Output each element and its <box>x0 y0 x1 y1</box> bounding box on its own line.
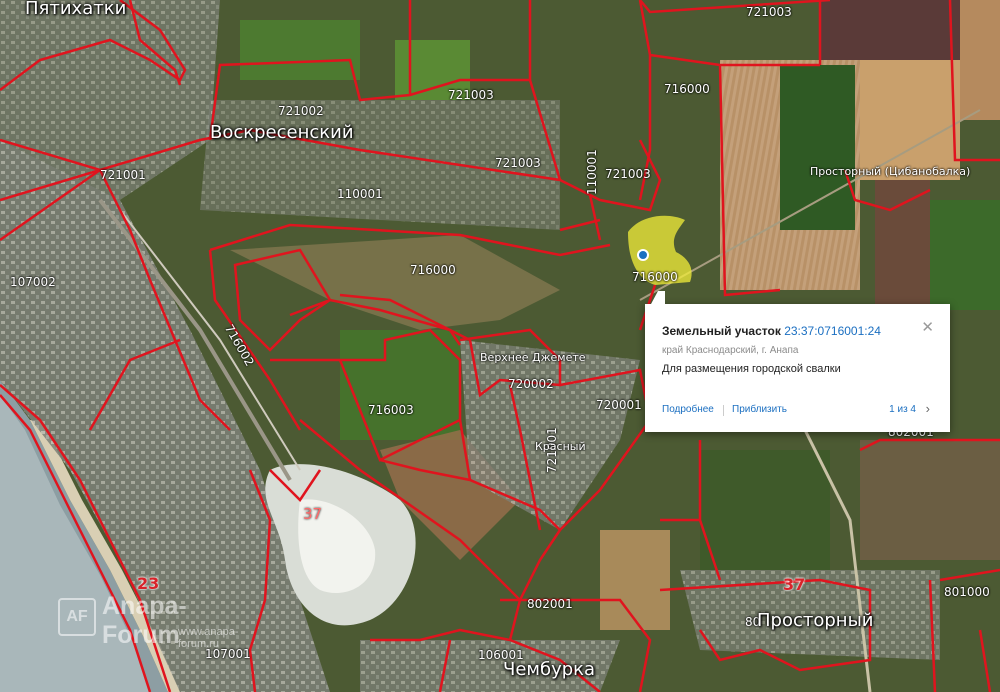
town-label: Пятихатки <box>25 0 127 19</box>
parcel-label: 721003 <box>495 156 541 170</box>
popup-title-prefix: Земельный участок <box>662 324 781 338</box>
parcel-label: 721003 <box>746 5 792 19</box>
cadastral-number-link[interactable]: 23:37:0716001:24 <box>784 324 881 338</box>
more-link[interactable]: Подробнее <box>662 404 714 415</box>
popup-title: Земельный участок 23:37:0716001:24 <box>662 324 881 338</box>
parcel-label: 110001 <box>585 149 599 195</box>
road-number: 37 <box>783 575 806 594</box>
parcel-label: 110001 <box>337 187 383 201</box>
parcel-label: 721003 <box>605 167 651 181</box>
parcel-label: 802001 <box>527 597 573 611</box>
close-icon[interactable]: ✕ <box>921 318 934 336</box>
parcel-label: 721001 <box>100 168 146 182</box>
place-label: Просторный (Цибанобалка) <box>810 165 971 178</box>
place-label: Верхнее Джемете <box>480 351 586 364</box>
link-separator <box>723 405 724 416</box>
popup-purpose: Для размещения городской свалки <box>662 363 841 375</box>
watermark-url: www.anapa-forum.ru <box>178 626 239 650</box>
parcel-label: 721002 <box>278 104 324 118</box>
place-label: Красный <box>535 440 586 453</box>
parcel-label: 721003 <box>448 88 494 102</box>
parcel-label: 716000 <box>632 270 678 284</box>
satellite-map[interactable]: 721003 721002 721003 721003 721003 71600… <box>0 0 1000 692</box>
zoom-in-link[interactable]: Приблизить <box>732 404 787 415</box>
popup-address: край Краснодарский, г. Анапа <box>662 345 799 356</box>
popup-pointer <box>651 291 665 304</box>
parcel-label: 720002 <box>508 377 554 391</box>
parcel-label: 716000 <box>410 263 456 277</box>
watermark-title: Anapa-Forum <box>102 592 187 649</box>
town-label: Просторный <box>757 610 874 631</box>
zone-label: 37 <box>303 505 323 523</box>
parcel-label: 107002 <box>10 275 56 289</box>
parcel-label: 801000 <box>944 585 990 599</box>
parcel-label: 716003 <box>368 403 414 417</box>
result-pager: 1 из 4 <box>889 404 916 415</box>
road-number: 23 <box>137 574 160 593</box>
parcel-info-popup: Земельный участок 23:37:0716001:24 ✕ кра… <box>645 291 950 432</box>
town-label: Чембурка <box>503 659 596 680</box>
watermark-logo: AF <box>58 598 96 636</box>
parcel-label: 716000 <box>664 82 710 96</box>
parcel-label: 720001 <box>596 398 642 412</box>
town-label: Воскресенский <box>210 122 354 143</box>
chevron-right-icon[interactable]: › <box>926 401 930 416</box>
